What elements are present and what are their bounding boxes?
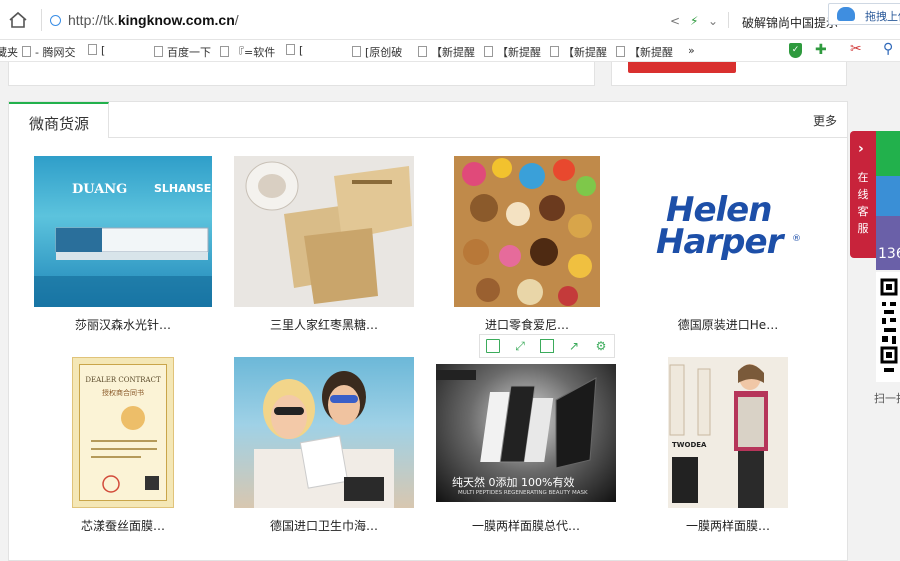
scan-label: 扫一扫 — [874, 392, 900, 405]
product-card[interactable]: 进口零食爱尼… — [454, 156, 600, 336]
product-image-fashion-ad[interactable]: TWODEA — [668, 357, 788, 508]
bookmark-item[interactable]: 百度一下 — [154, 44, 211, 60]
save-icon[interactable] — [540, 339, 554, 353]
product-caption[interactable]: 芯漾蚕丝面膜… — [72, 517, 174, 534]
upload-label: 拖拽上传 — [865, 10, 900, 23]
globe-icon — [50, 15, 61, 26]
expand-icon[interactable]: ⤢ — [513, 339, 527, 353]
product-caption[interactable]: 德国原装进口He… — [640, 316, 816, 333]
bookmarks-bar: 藏夹 - 腾网交 [ 百度一下 『=软件 [ [原创破 【新提醒 【新提醒 【新… — [0, 40, 900, 62]
top-panel — [8, 62, 595, 86]
chevron-right-icon: › — [858, 141, 864, 157]
tab-wechat-supply[interactable]: 微商货源 — [9, 102, 109, 138]
image-toolbar: ⤢ ↗ ⚙ — [479, 334, 615, 358]
product-card[interactable]: 纯天然 0添加 100%有效 MULTI PEPTIDES REGENERATI… — [436, 364, 616, 537]
page-icon — [616, 46, 625, 57]
more-link[interactable]: 更多 — [813, 112, 837, 129]
product-card[interactable]: DUANG SLHANSEN 莎丽汉森水光针… — [34, 156, 212, 336]
page-icon — [286, 44, 295, 55]
page-icon — [220, 46, 229, 57]
sidebar-green-block[interactable] — [876, 131, 900, 176]
sidebar-blue-block[interactable] — [876, 176, 900, 216]
sidebar-phone-block[interactable]: 136 — [876, 216, 900, 270]
brand-text: TWODEA — [672, 441, 707, 449]
page-icon — [22, 46, 31, 57]
phone-number: 136 — [878, 246, 900, 262]
panel-header: 微商货源 更多 — [9, 102, 847, 138]
copy-icon[interactable] — [486, 339, 500, 353]
online-service-label: 在线客服 — [857, 171, 869, 235]
bookmark-item[interactable]: 【新提醒 — [550, 44, 607, 60]
product-caption[interactable]: 一膜两样面膜… — [668, 517, 788, 534]
qr-code — [876, 272, 900, 382]
product-card[interactable]: DEALER CONTRACT 授权商合同书 芯漾蚕丝面膜… — [72, 357, 174, 537]
bookmark-item[interactable]: 『=软件 — [220, 44, 275, 60]
product-caption[interactable]: 德国进口卫生巾海… — [234, 517, 414, 534]
bookmark-item[interactable]: 藏夹 — [0, 44, 18, 60]
product-caption[interactable]: 三里人家红枣黑糖… — [234, 316, 414, 333]
brand-line-2: Harper — [656, 222, 783, 262]
shield-icon[interactable]: ✓ — [789, 43, 802, 58]
share-icon[interactable]: ↗ — [567, 339, 581, 353]
page-icon — [418, 46, 427, 57]
gear-icon[interactable]: ⚙ — [594, 339, 608, 353]
share-icon[interactable]: < — [670, 14, 680, 28]
promo-text: 纯天然 0添加 100%有效 — [452, 476, 575, 489]
promo-subtext: MULTI PEPTIDES REGENERATING BEAUTY MASK — [458, 490, 588, 496]
red-banner-button[interactable] — [628, 62, 736, 73]
separator — [41, 9, 42, 31]
bookmark-item[interactable]: 【新提醒 — [616, 44, 673, 60]
brand-text: SLHANSEN — [154, 182, 212, 195]
upload-button[interactable]: 拖拽上传 — [828, 3, 900, 25]
scissors-icon[interactable]: ✂ — [850, 41, 862, 57]
bookmark-item[interactable]: - 腾网交 — [22, 44, 75, 60]
page-icon — [352, 46, 361, 57]
search-icon[interactable]: ⚲ — [883, 41, 893, 57]
url-prefix: http://tk. — [68, 12, 118, 28]
home-icon[interactable] — [8, 11, 28, 29]
registered-icon: ® — [792, 234, 801, 244]
bookmark-item[interactable]: [原创破 — [352, 44, 402, 60]
product-image-ocean-cosmetic[interactable]: DUANG SLHANSEN — [34, 156, 212, 307]
page-icon — [484, 46, 493, 57]
separator — [728, 12, 729, 28]
product-image-candy[interactable] — [454, 156, 600, 307]
page-icon — [88, 44, 97, 55]
top-panel-right — [611, 62, 847, 86]
url-field[interactable]: http://tk.kingknow.com.cn/ — [68, 12, 239, 28]
cloud-icon — [837, 7, 855, 21]
address-bar: http://tk.kingknow.com.cn/ < ⚡ ⌄ 破解锦尚中国提… — [0, 0, 900, 40]
chevron-down-icon[interactable]: ⌄ — [708, 14, 718, 28]
product-image-photo[interactable] — [234, 357, 414, 508]
tab-title[interactable]: 破解锦尚中国提示 — [742, 14, 838, 31]
product-caption[interactable]: 进口零食爱尼… — [454, 316, 600, 333]
banner-text: DUANG — [72, 182, 128, 197]
bookmark-item[interactable]: [ — [88, 44, 105, 57]
online-service-tab[interactable]: › 在线客服 — [850, 131, 876, 258]
product-card[interactable]: Helen Harper ® 德国原装进口He… — [640, 156, 816, 336]
plugin-icon[interactable]: ✚ — [815, 42, 827, 58]
product-card[interactable]: TWODEA 一膜两样面膜… — [668, 357, 788, 537]
bookmark-item[interactable]: 【新提醒 — [418, 44, 475, 60]
product-image-mask-promo[interactable]: 纯天然 0添加 100%有效 MULTI PEPTIDES REGENERATI… — [436, 364, 616, 502]
page-icon — [550, 46, 559, 57]
lightning-icon[interactable]: ⚡ — [690, 14, 698, 28]
product-caption[interactable]: 莎丽汉森水光针… — [34, 316, 212, 333]
url-domain: kingknow.com.cn — [117, 12, 235, 28]
product-image-helen-harper[interactable]: Helen Harper ® — [640, 156, 816, 307]
product-caption[interactable]: 一膜两样面膜总代… — [436, 517, 616, 534]
bookmark-item[interactable]: 【新提醒 — [484, 44, 541, 60]
bookmarks-overflow[interactable]: » — [688, 44, 695, 57]
product-image-certificate[interactable]: DEALER CONTRACT 授权商合同书 — [72, 357, 174, 508]
page-icon — [154, 46, 163, 57]
product-card[interactable]: 德国进口卫生巾海… — [234, 357, 414, 537]
product-image-tea-packets[interactable] — [234, 156, 414, 307]
bookmark-item[interactable]: [ — [286, 44, 303, 57]
product-card[interactable]: 三里人家红枣黑糖… — [234, 156, 414, 336]
url-suffix: / — [234, 12, 239, 28]
